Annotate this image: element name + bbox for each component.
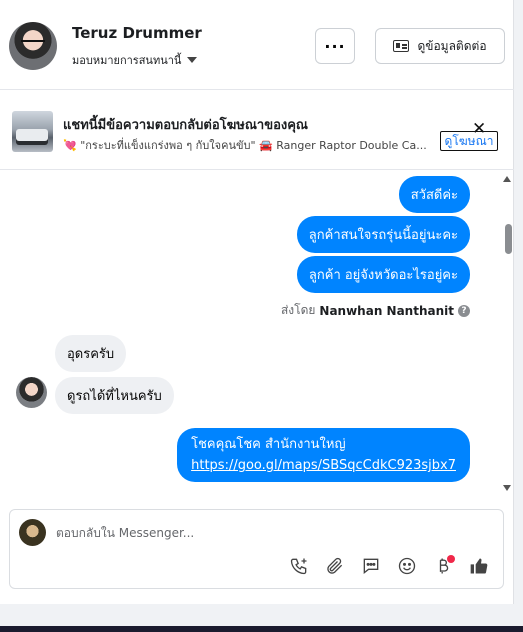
car-emoji-icon: 🚘 bbox=[259, 139, 273, 152]
chat-panel: Teruz Drummer มอบหมายการสนทนานี้ ··· ดูข… bbox=[0, 0, 514, 604]
contact-name[interactable]: Teruz Drummer bbox=[72, 24, 202, 42]
ad-model-name: Ranger Raptor Double Ca... bbox=[276, 139, 427, 152]
contact-card-icon bbox=[393, 40, 410, 52]
ad-thumbnail[interactable] bbox=[12, 111, 53, 152]
emoji-icon[interactable] bbox=[395, 554, 419, 578]
ad-banner-subtitle: 💘 "กระบะที่แข็งแกร่งพอ ๆ กับใจคนขับ" 🚘 R… bbox=[63, 136, 433, 154]
sent-by-agent: Nanwhan Nanthanit bbox=[319, 303, 454, 318]
sent-by-label: ส่งโดย Nanwhan Nanthanit ? bbox=[281, 301, 470, 320]
contact-avatar-small[interactable] bbox=[16, 377, 47, 408]
more-options-button[interactable]: ··· bbox=[315, 28, 355, 64]
message-composer bbox=[9, 509, 504, 589]
assign-label: มอบหมายการสนทนานี้ bbox=[72, 54, 182, 67]
sent-by-prefix: ส่งโดย bbox=[280, 303, 316, 317]
conversation-header: Teruz Drummer มอบหมายการสนทนานี้ ··· ดูข… bbox=[0, 0, 514, 90]
reply-input[interactable] bbox=[56, 520, 486, 546]
message-bubble-outgoing[interactable]: สวัสดีค่ะ bbox=[398, 176, 470, 213]
message-bubble-outgoing-link[interactable]: โชคคุณโชค สำนักงานใหญ่ https://goo.gl/ma… bbox=[177, 428, 470, 482]
contact-avatar[interactable] bbox=[9, 22, 57, 70]
ad-banner-title: แชทนี้มีข้อความตอบกลับต่อโฆษณาของคุณ bbox=[63, 118, 308, 133]
message-thread[interactable]: สวัสดีค่ะ ลูกค้าสนใจรถรุ่นนี้อยู่นะคะ ลู… bbox=[0, 170, 514, 500]
attachment-icon[interactable] bbox=[323, 554, 347, 578]
scroll-down-arrow[interactable] bbox=[503, 485, 511, 491]
notification-dot bbox=[447, 555, 455, 563]
scrollbar-thumb[interactable] bbox=[505, 224, 512, 254]
message-bubble-outgoing[interactable]: ลูกค้า อยู่จังหวัดอะไรอยู่คะ bbox=[296, 256, 470, 293]
payment-baht-icon[interactable] bbox=[431, 554, 455, 578]
view-contact-info-label: ดูข้อมูลติดต่อ bbox=[417, 38, 487, 53]
taskbar-edge bbox=[0, 626, 523, 632]
heart-emoji-icon: 💘 bbox=[63, 139, 77, 152]
chevron-down-icon bbox=[187, 57, 198, 63]
close-icon[interactable]: ✕ bbox=[472, 121, 486, 138]
message-bubble-incoming[interactable]: ดูรถได้ที่ไหนครับ bbox=[55, 377, 174, 414]
scroll-up-arrow[interactable] bbox=[503, 176, 511, 182]
like-icon[interactable] bbox=[467, 554, 491, 578]
view-contact-info-button[interactable]: ดูข้อมูลติดต่อ bbox=[375, 28, 505, 64]
info-icon[interactable]: ? bbox=[458, 304, 470, 317]
map-link[interactable]: https://goo.gl/maps/SBSqcCdkC923sjbx7 bbox=[191, 458, 456, 473]
window-margin bbox=[514, 0, 523, 604]
page-avatar bbox=[19, 519, 46, 546]
ad-quote: "กระบะที่แข็งแกร่งพอ ๆ กับใจคนขับ" bbox=[80, 139, 256, 152]
composer-toolbar bbox=[287, 554, 491, 578]
message-bubble-incoming[interactable]: อุดรครับ bbox=[55, 335, 127, 372]
ad-reply-banner: แชทนี้มีข้อความตอบกลับต่อโฆษณาของคุณ 💘 "… bbox=[0, 102, 514, 170]
call-add-icon[interactable] bbox=[287, 554, 311, 578]
saved-reply-icon[interactable] bbox=[359, 554, 383, 578]
message-bubble-outgoing[interactable]: ลูกค้าสนใจรถรุ่นนี้อยู่นะคะ bbox=[296, 216, 470, 253]
page-background bbox=[0, 604, 523, 626]
view-ad-button[interactable]: ดูโฆษณา bbox=[440, 131, 498, 151]
assign-conversation-dropdown[interactable]: มอบหมายการสนทนานี้ bbox=[72, 51, 198, 69]
message-text: โชคคุณโชค สำนักงานใหญ่ bbox=[191, 437, 346, 452]
